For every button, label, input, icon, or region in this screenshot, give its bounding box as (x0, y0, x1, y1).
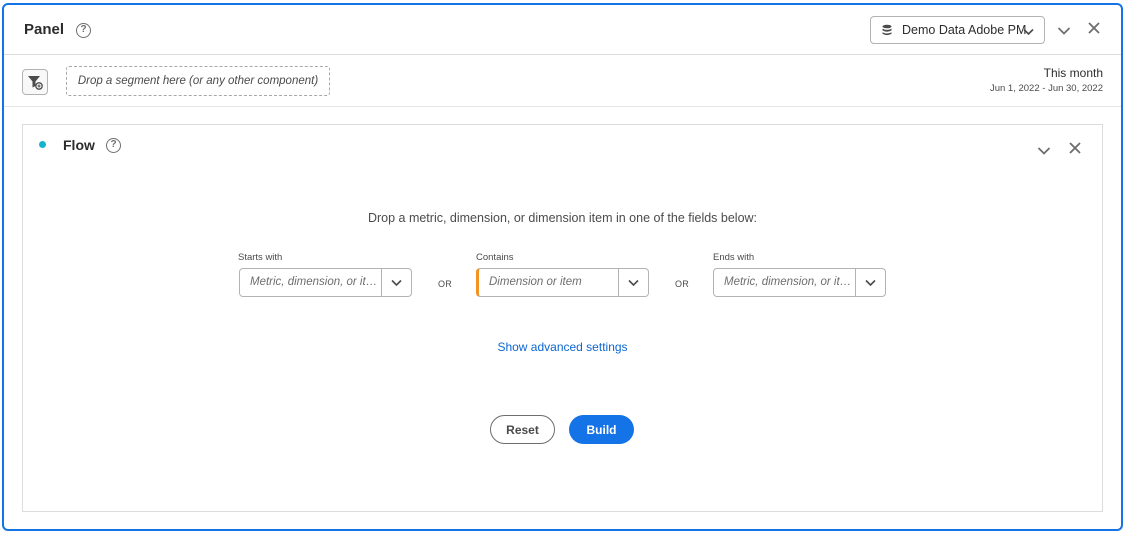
close-icon (1069, 142, 1081, 154)
close-flow-button[interactable] (1068, 141, 1082, 160)
build-button[interactable]: Build (569, 415, 634, 444)
date-range-selector[interactable]: This month Jun 1, 2022 - Jun 30, 2022 (990, 66, 1103, 94)
help-icon[interactable]: ? (106, 138, 121, 153)
close-icon (1088, 22, 1100, 34)
panel-title: Panel (24, 21, 65, 38)
contains-dropdown-button[interactable] (618, 269, 648, 296)
database-icon (881, 24, 893, 36)
segment-filter-icon (28, 76, 43, 90)
collapse-flow-button[interactable] (1037, 143, 1051, 161)
close-panel-button[interactable] (1087, 21, 1101, 40)
chevron-down-icon (628, 279, 639, 286)
date-range: Jun 1, 2022 - Jun 30, 2022 (989, 83, 1103, 94)
chevron-down-icon (1037, 147, 1051, 155)
ends-with-field[interactable]: Metric, dimension, or item... (713, 268, 886, 297)
flow-visualization-card: Flow ? Drop a metric, dimension, or dime… (22, 124, 1103, 512)
ends-with-dropdown-button[interactable] (855, 269, 885, 296)
starts-with-input[interactable]: Metric, dimension, or item... (240, 269, 381, 296)
segment-drop-zone[interactable]: Drop a segment here (or any other compon… (66, 66, 330, 96)
reset-button[interactable]: Reset (490, 415, 555, 444)
or-separator: OR (438, 279, 453, 289)
starts-with-label: Starts with (238, 252, 283, 263)
starts-with-field[interactable]: Metric, dimension, or item... (239, 268, 412, 297)
chevron-down-icon (1057, 27, 1071, 35)
ends-with-input[interactable]: Metric, dimension, or item... (714, 269, 855, 296)
datasource-label: Demo Data Adobe PM (902, 23, 1027, 37)
segment-filter-button[interactable] (22, 69, 48, 95)
panel-header: Panel ? Demo Data Adobe PM (4, 5, 1121, 55)
collapse-panel-button[interactable] (1057, 23, 1071, 41)
chevron-down-icon (391, 279, 402, 286)
flow-title: Flow (63, 137, 95, 153)
panel-container: Panel ? Demo Data Adobe PM Drop a segmen… (2, 3, 1123, 531)
contains-label: Contains (476, 252, 514, 263)
datasource-selector[interactable]: Demo Data Adobe PM (870, 16, 1045, 44)
ends-with-label: Ends with (713, 252, 755, 263)
contains-field[interactable]: Dimension or item (476, 268, 649, 297)
contains-input[interactable]: Dimension or item (479, 269, 618, 296)
status-dot (39, 141, 46, 148)
or-separator: OR (675, 279, 690, 289)
show-advanced-settings-link[interactable]: Show advanced settings (23, 340, 1102, 354)
help-icon[interactable]: ? (76, 23, 91, 38)
date-label: This month (1043, 66, 1103, 80)
segment-bar: Drop a segment here (or any other compon… (4, 55, 1121, 107)
chevron-down-icon (1023, 25, 1034, 39)
flow-instruction: Drop a metric, dimension, or dimension i… (367, 211, 758, 225)
starts-with-dropdown-button[interactable] (381, 269, 411, 296)
chevron-down-icon (865, 279, 876, 286)
